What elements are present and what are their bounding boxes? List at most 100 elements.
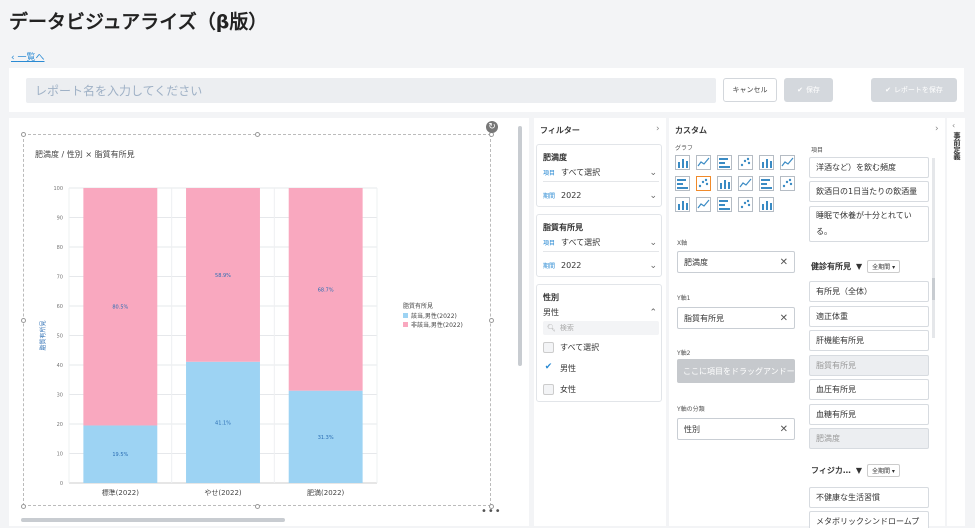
graph-type-icon[interactable] — [717, 155, 732, 170]
app-title: データビジュアライズ（β版） — [9, 11, 268, 33]
period-key: 期間 — [543, 193, 556, 200]
data-label: 80.5% — [112, 305, 128, 311]
item-key: 項目 — [543, 170, 556, 177]
back-link-label: 一覧へ — [17, 53, 45, 63]
filter-period-select[interactable]: 期間 2022 ⌄ — [543, 260, 659, 271]
predefined-side-tab[interactable]: ‹ 事前定義 — [947, 118, 965, 526]
filter-card-bmi: 肥満度 項目 すべて選択 ⌄ 期間 2022 ⌄ — [536, 144, 662, 207]
option-male[interactable]: ✔ 男性 — [543, 363, 576, 374]
data-label: 19.5% — [112, 452, 128, 458]
save-report-button[interactable]: ✔ レポートを保存 — [871, 78, 957, 102]
graph-type-icon[interactable] — [696, 176, 711, 191]
chevron-right-icon[interactable]: › — [935, 124, 939, 134]
graph-type-icon[interactable] — [696, 155, 711, 170]
graph-type-icon[interactable] — [759, 155, 774, 170]
filter-panel-title: フィルター — [540, 126, 580, 135]
graph-type-icon[interactable] — [759, 197, 774, 212]
graph-type-icon[interactable] — [717, 176, 732, 191]
option-select-all[interactable]: すべて選択 — [543, 342, 599, 353]
chevron-down-icon: ⌄ — [649, 167, 657, 178]
graph-type-icon[interactable] — [717, 197, 732, 212]
period-select[interactable]: 全期間 ▾ — [867, 260, 901, 273]
item-tile[interactable]: メタボリックシンドロームプ — [809, 511, 929, 528]
x-tick-label: 肥満(2022) — [307, 489, 345, 497]
item-tile[interactable]: 適正体重 — [809, 305, 929, 327]
gender-select[interactable]: 男性 ⌃ — [543, 307, 659, 318]
data-label: 58.9% — [215, 273, 231, 279]
option-female[interactable]: 女性 — [543, 384, 576, 395]
graph-type-icon[interactable] — [675, 155, 690, 170]
report-name-input[interactable] — [26, 78, 716, 103]
item-tile[interactable]: 肝機能有所見 — [809, 330, 929, 351]
legend-item: 該当,男性(2022) — [411, 312, 457, 320]
graph-type-icon[interactable] — [780, 155, 795, 170]
item-tile[interactable]: 血糖有所見 — [809, 403, 929, 425]
close-icon[interactable]: ✕ — [780, 424, 788, 435]
item-tile[interactable]: 睡眠で休養が十分とれている。 — [809, 206, 929, 242]
y-tick-label: 90 — [57, 216, 63, 222]
section-health-check[interactable]: 健診有所見 ▼ 全期間 ▾ — [811, 260, 901, 273]
chevron-down-icon: ⌄ — [649, 237, 657, 248]
chevron-down-icon: ▼ — [856, 262, 863, 271]
y-tick-label: 10 — [57, 452, 63, 458]
cancel-button[interactable]: キャンセル — [723, 78, 777, 102]
check-icon: ✔ — [885, 86, 891, 94]
graph-type-icon[interactable] — [738, 155, 753, 170]
close-icon[interactable]: ✕ — [780, 313, 788, 324]
search-icon: 🔍︎ — [547, 324, 556, 332]
period-select[interactable]: 全期間 ▾ — [867, 464, 900, 477]
search-placeholder: 検索 — [559, 324, 574, 332]
save-label: 保存 — [805, 86, 820, 94]
checkbox[interactable] — [543, 342, 554, 353]
graph-type-icon[interactable] — [759, 176, 774, 191]
gender-search-input[interactable]: 🔍︎ 検索 — [543, 321, 659, 335]
check-icon[interactable]: ✔ — [543, 363, 554, 374]
items-scrollbar[interactable] — [932, 278, 935, 300]
filter-item-select[interactable]: 項目 すべて選択 ⌄ — [543, 167, 659, 178]
item-tile[interactable]: 洋酒など）を飲む頻度 — [809, 157, 929, 178]
item-tile[interactable]: 脂質有所見 — [809, 354, 929, 376]
y-tick-label: 20 — [57, 422, 63, 428]
y-axis-label: 脂質有所見 — [39, 320, 47, 350]
option-label: 男性 — [560, 364, 576, 373]
item-tile[interactable]: 不健康な生活習慣 — [809, 487, 929, 508]
y2-axis-dropzone[interactable]: ここに項目をドラッグアンドー — [677, 359, 795, 383]
item-value: すべて選択 — [561, 168, 601, 177]
x-axis-value: 肥満度 — [684, 257, 708, 267]
custom-panel-title: カスタム — [675, 126, 707, 135]
y-split-field[interactable]: 性別 ✕ — [677, 418, 795, 440]
item-tile[interactable]: 有所見（全体） — [809, 281, 929, 302]
graph-type-icon[interactable] — [675, 197, 690, 212]
item-tile[interactable]: 血圧有所見 — [809, 379, 929, 400]
y-tick-label: 100 — [53, 186, 63, 192]
period-value: 2022 — [561, 191, 582, 200]
option-label: すべて選択 — [560, 343, 600, 352]
x-axis-field[interactable]: 肥満度 ✕ — [677, 251, 795, 273]
chevron-right-icon[interactable]: › — [656, 124, 660, 134]
chevron-left-icon: ‹ — [952, 121, 956, 130]
item-tile[interactable]: 飲酒日の1日当たりの飲酒量 — [809, 181, 929, 202]
filter-item-select[interactable]: 項目 すべて選択 ⌄ — [543, 237, 659, 248]
back-link[interactable]: ‹ 一覧へ — [11, 50, 44, 63]
x-axis-label: X軸 — [677, 240, 688, 247]
filter-card-title: 脂質有所見 — [543, 223, 583, 232]
y1-axis-field[interactable]: 脂質有所見 ✕ — [677, 307, 795, 329]
save-button[interactable]: ✔ 保存 — [784, 78, 833, 102]
chevron-down-icon: ⌄ — [649, 260, 657, 271]
custom-panel: カスタム › グラフ X軸 肥満度 ✕ Y軸1 脂質有所見 ✕ Y軸2 ここに項目を… — [669, 118, 945, 528]
graph-type-icon[interactable] — [738, 197, 753, 212]
checkbox[interactable] — [543, 384, 554, 395]
section-physical[interactable]: フィジカ… ▼ 全期間 ▾ — [811, 464, 900, 477]
graph-type-icon[interactable] — [738, 176, 753, 191]
item-tile[interactable]: 肥満度 — [809, 428, 929, 449]
filter-period-select[interactable]: 期間 2022 ⌄ — [543, 191, 659, 201]
graph-type-icon[interactable] — [696, 197, 711, 212]
graph-type-icon[interactable] — [780, 176, 795, 191]
graph-type-icon[interactable] — [675, 176, 690, 191]
close-icon[interactable]: ✕ — [780, 257, 788, 268]
filter-card-lipid: 脂質有所見 項目 すべて選択 ⌄ 期間 2022 ⌄ — [536, 214, 662, 277]
y-tick-label: 50 — [57, 334, 63, 340]
report-bar: キャンセル ✔保存 ✔レポートを保存 — [9, 68, 964, 112]
x-tick-label: 標準(2022) — [102, 488, 140, 497]
stacked-bar-chart: 0 10 20 30 40 50 60 70 80 90 100 脂質有所見 19.5% 80.5% 標準(… — [39, 186, 463, 497]
